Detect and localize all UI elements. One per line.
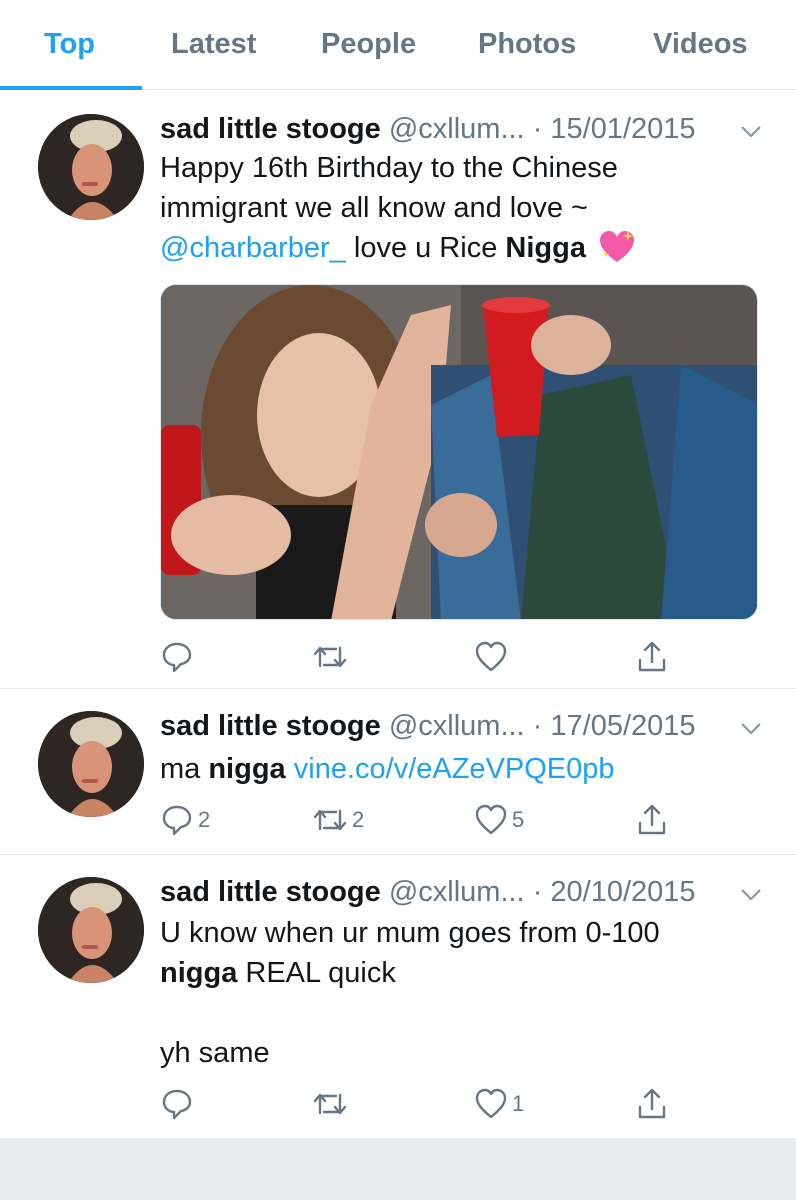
retweet-icon [313,646,347,668]
tweet-date[interactable]: · 17/05/2015 [533,710,696,742]
tweet[interactable]: sad little stooge @cxllum... · 15/01/201… [0,90,796,689]
chevron-down-icon[interactable] [738,118,764,144]
tweet-line-text: love u Rice [345,232,506,264]
tweet-text: ma nigga vine.co/v/eAZeVPQE0pb [160,749,760,789]
retweet-count: 2 [352,807,365,832]
search-tabs: Top Latest People Photos Videos [0,0,796,90]
tweet-date[interactable]: · 20/10/2015 [533,876,696,908]
heart-icon [475,804,507,835]
chevron-down-icon[interactable] [738,715,764,741]
tweet-line: yh same [160,1037,270,1069]
tweet-text: Happy 16th Birthday to the Chinese immig… [160,148,760,268]
reply-button[interactable] [160,1087,198,1121]
share-icon [638,804,666,835]
reply-button[interactable] [160,640,198,674]
tab-top[interactable]: Top [44,28,95,61]
tab-people[interactable]: People [321,28,416,61]
tweet-line-text: REAL quick [237,957,396,989]
author-handle[interactable]: @cxllum... [389,113,525,145]
reply-icon [162,805,192,836]
tweet-actions: 1 [160,1087,680,1121]
heart-icon [475,1088,507,1119]
reply-count: 2 [198,807,211,832]
bold-word: nigga [208,753,286,785]
tweet-actions: 2 2 5 [160,803,680,837]
sparkling-heart-emoji [600,231,635,262]
photo-image [161,285,757,619]
author-name[interactable]: sad little stooge [160,710,381,742]
tab-videos[interactable]: Videos [653,28,748,61]
tweet-line: U know when ur mum goes from 0-100 [160,917,660,949]
author-handle[interactable]: @cxllum... [389,876,525,908]
tweet-line: immigrant we all know and love ~ [160,192,588,224]
tweet-photo[interactable] [160,284,758,620]
bold-word: Nigga [505,232,586,264]
chevron-down-icon[interactable] [738,881,764,907]
like-button[interactable] [474,640,512,674]
retweet-button[interactable]: 2 [312,803,364,837]
avatar[interactable] [38,877,144,983]
like-count: 1 [512,1091,525,1116]
reply-icon [162,1089,192,1120]
reply-icon [162,642,192,673]
search-results-screen: Top Latest People Photos Videos sad litt… [0,0,796,1200]
author-handle[interactable]: @cxllum... [389,710,525,742]
share-button[interactable] [636,1087,668,1121]
tweet[interactable]: sad little stooge @cxllum... · 17/05/201… [0,689,796,855]
author-name[interactable]: sad little stooge [160,113,381,145]
like-button[interactable]: 1 [474,1087,524,1121]
mention-link[interactable]: @charbarber_ [160,232,346,264]
tweet-text: U know when ur mum goes from 0-100 nigga… [160,913,760,1073]
tweet-line: ma nigga vine.co/v/eAZeVPQE0pb [160,749,760,789]
bold-word: nigga [160,957,238,989]
tweet-date[interactable]: · 15/01/2015 [533,113,696,145]
vine-link[interactable]: vine.co/v/eAZeVPQE0pb [294,753,615,785]
tweet-actions [160,640,680,674]
reply-button[interactable]: 2 [160,803,210,837]
tweet-header: sad little stooge @cxllum... · 15/01/201… [160,112,696,146]
tweet-line: nigga REAL quick [160,953,760,993]
like-button[interactable]: 5 [474,803,524,837]
tweet-header: sad little stooge @cxllum... · 20/10/201… [160,875,696,909]
avatar[interactable] [38,114,144,220]
tab-photos[interactable]: Photos [478,28,576,61]
share-button[interactable] [636,640,668,674]
tweet-line-text: ma [160,753,209,785]
retweet-button[interactable] [312,640,352,674]
share-icon [638,641,666,672]
tweet-header: sad little stooge @cxllum... · 17/05/201… [160,709,696,743]
retweet-button[interactable] [312,1087,352,1121]
feed-bottom-gap [0,1138,796,1200]
retweet-icon [313,1093,347,1115]
avatar[interactable] [38,711,144,817]
tweet-line: Happy 16th Birthday to the Chinese [160,152,618,184]
tab-latest[interactable]: Latest [171,28,256,61]
heart-icon [475,641,507,672]
tweet[interactable]: sad little stooge @cxllum... · 20/10/201… [0,855,796,1138]
tweet-line: @charbarber_ love u Rice Nigga [160,228,760,268]
like-count: 5 [512,807,525,832]
retweet-icon [313,809,347,831]
share-icon [638,1088,666,1119]
author-name[interactable]: sad little stooge [160,876,381,908]
share-button[interactable] [636,803,668,837]
